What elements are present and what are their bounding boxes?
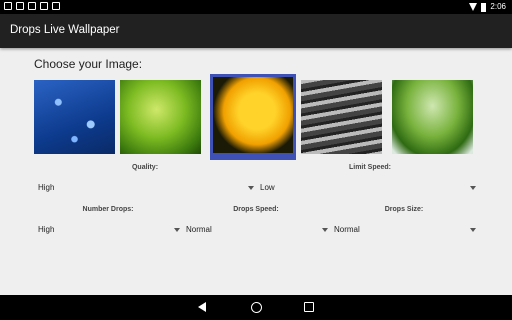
number-drops-select[interactable]: High: [34, 222, 182, 238]
navigation-bar: [0, 295, 512, 320]
quality-value: High: [38, 183, 55, 192]
status-time: 2:06: [490, 2, 506, 11]
quality-select[interactable]: High: [34, 180, 256, 196]
app-title: Drops Live Wallpaper: [10, 24, 120, 36]
recent-apps-icon[interactable]: [304, 302, 314, 312]
choose-image-label: Choose your Image:: [34, 57, 143, 71]
gallery-icon: [16, 2, 24, 10]
limit-speed-select[interactable]: Low: [256, 180, 478, 196]
chat-icon: [52, 2, 60, 10]
notification-icon: [4, 2, 12, 10]
drops-speed-value: Normal: [186, 225, 212, 234]
drops-speed-select[interactable]: Normal: [182, 222, 330, 238]
drops-size-select[interactable]: Normal: [330, 222, 478, 238]
number-drops-value: High: [38, 225, 55, 234]
status-bar: 2:06: [0, 0, 512, 14]
limit-speed-label: Limit Speed:: [348, 164, 391, 171]
battery-icon: [481, 2, 487, 12]
drops-size-value: Normal: [334, 225, 360, 234]
dropdown-arrow-icon: [470, 186, 476, 190]
green-leaf-drops-image[interactable]: [392, 80, 473, 154]
dropdown-arrow-icon: [322, 228, 328, 232]
mail-icon: [28, 2, 36, 10]
blue-drops-image[interactable]: [34, 80, 115, 154]
dropdown-arrow-icon: [470, 228, 476, 232]
message-icon: [40, 2, 48, 10]
home-icon[interactable]: [251, 302, 262, 313]
drops-speed-label: Drops Speed:: [233, 206, 279, 213]
gray-drops-image[interactable]: [301, 80, 382, 154]
number-drops-label: Number Drops:: [82, 206, 134, 213]
green-leaf-image[interactable]: [120, 80, 201, 154]
limit-speed-value: Low: [260, 183, 275, 192]
app-bar: Drops Live Wallpaper: [0, 14, 512, 48]
dropdown-arrow-icon: [174, 228, 180, 232]
dropdown-arrow-icon: [248, 186, 254, 190]
wifi-icon: [469, 3, 478, 11]
back-icon[interactable]: [198, 302, 206, 312]
drops-size-label: Drops Size:: [384, 206, 424, 213]
yellow-flower-image[interactable]: [210, 74, 296, 160]
quality-label: Quality:: [131, 164, 159, 171]
